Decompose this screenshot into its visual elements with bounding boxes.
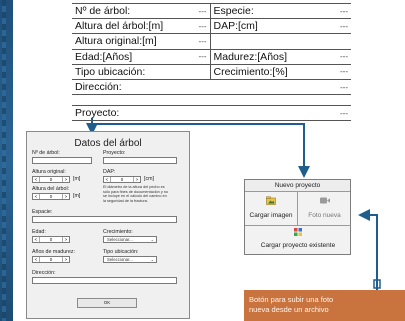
select-value: Seleccionar... xyxy=(107,237,133,242)
stepper-value[interactable]: 0 xyxy=(40,257,62,262)
project-input[interactable] xyxy=(103,157,177,164)
tree-no-input[interactable] xyxy=(32,157,92,164)
decrement-button[interactable]: < xyxy=(33,257,40,262)
maturity-stepper[interactable]: < 0 > xyxy=(32,256,70,263)
address-input[interactable] xyxy=(32,277,177,284)
new-project-panel: Nuevo proyecto Cargar imagen Foto nueva xyxy=(244,179,351,255)
tree-no-label: Nº de árbol: xyxy=(32,150,60,156)
orig-height-stepper[interactable]: < 0 > xyxy=(32,176,70,183)
dap-stepper[interactable]: < 0 > xyxy=(103,176,141,183)
ok-button[interactable]: OK xyxy=(77,298,137,308)
stepper-value[interactable]: 0 xyxy=(40,177,62,182)
decrement-button[interactable]: < xyxy=(33,237,40,242)
new-photo-button[interactable]: Foto nueva xyxy=(298,192,351,226)
decrement-button[interactable]: < xyxy=(104,177,111,182)
tooltip-line: nueva desde un archivo xyxy=(249,305,329,314)
increment-button[interactable]: > xyxy=(62,257,69,262)
decrement-button[interactable]: < xyxy=(33,194,40,199)
project-grid-icon xyxy=(294,228,302,238)
load-existing-label: Cargar proyecto existente xyxy=(260,242,336,249)
increment-button[interactable]: > xyxy=(62,194,69,199)
load-image-button[interactable]: Cargar imagen xyxy=(245,192,298,226)
increment-button[interactable]: > xyxy=(62,177,69,182)
maturity-label: Años de madurez: xyxy=(32,249,75,255)
age-label: Edad: xyxy=(32,229,46,235)
folder-image-icon xyxy=(266,196,276,207)
dap-note: El diámetro de la altura del pecho es só… xyxy=(103,185,169,203)
tooltip-box: Botón para subir una foto nueva desde un… xyxy=(244,290,405,321)
unit-label: [cm] xyxy=(144,176,155,182)
project-label: Proyecto: xyxy=(103,150,126,156)
unit-label: [m] xyxy=(73,176,81,182)
select-value: Seleccionar... xyxy=(107,257,133,262)
new-photo-label: Foto nueva xyxy=(308,212,341,219)
age-stepper[interactable]: < 0 > xyxy=(32,236,70,243)
load-existing-project-button[interactable]: Cargar proyecto existente xyxy=(245,226,351,255)
camera-icon xyxy=(319,197,330,206)
stepper-value[interactable]: 0 xyxy=(40,194,62,199)
species-input[interactable] xyxy=(32,216,177,223)
tooltip-line: Botón para subir una foto xyxy=(249,295,334,304)
load-image-label: Cargar imagen xyxy=(249,212,293,219)
chevron-down-icon: ⌄ xyxy=(150,257,154,262)
dialog-title: Datos del árbol xyxy=(74,138,142,149)
chevron-down-icon: ⌄ xyxy=(150,237,154,242)
stepper-value[interactable]: 0 xyxy=(111,177,133,182)
tree-data-dialog: Datos del árbol Nº de árbol: Proyecto: A… xyxy=(26,131,190,319)
tree-height-stepper[interactable]: < 0 > xyxy=(32,193,70,200)
location-type-label: Tipo ubicación: xyxy=(103,249,139,255)
stepper-value[interactable]: 0 xyxy=(40,237,62,242)
species-label: Espacie: xyxy=(32,209,53,215)
growth-label: Crecimiento: xyxy=(103,229,133,235)
orig-height-label: Altura original: xyxy=(32,169,66,175)
decrement-button[interactable]: < xyxy=(33,177,40,182)
arrow-to-new-photo xyxy=(358,209,378,290)
increment-button[interactable]: > xyxy=(62,237,69,242)
location-type-select[interactable]: Seleccionar... ⌄ xyxy=(103,256,157,263)
tree-height-label: Altura del árbol: xyxy=(32,186,70,192)
growth-select[interactable]: Seleccionar... ⌄ xyxy=(103,236,157,243)
dap-label: DAP: xyxy=(103,169,116,175)
increment-button[interactable]: > xyxy=(133,177,140,182)
new-project-title: Nuevo proyecto xyxy=(245,180,350,192)
address-label: Dirección: xyxy=(32,270,56,276)
unit-label: [m] xyxy=(73,193,81,199)
